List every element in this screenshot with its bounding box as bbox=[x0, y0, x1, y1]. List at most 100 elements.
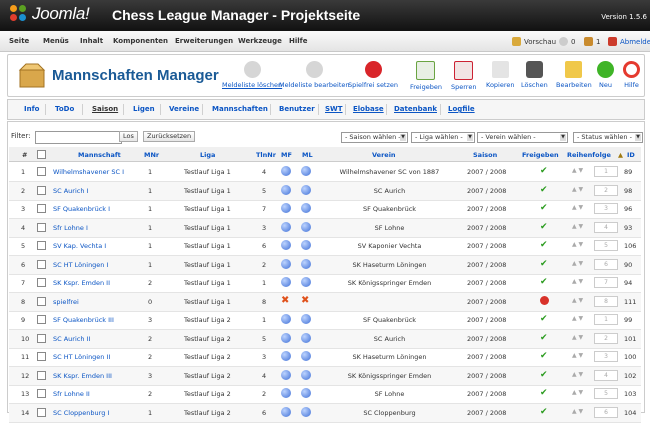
order-arrows-icon[interactable]: ▲ ▼ bbox=[572, 371, 583, 378]
mf-info-icon[interactable] bbox=[281, 221, 291, 232]
published-check-icon[interactable]: ✔ bbox=[540, 259, 548, 270]
col-liga[interactable]: Liga bbox=[200, 151, 215, 159]
save-order-icon[interactable]: ▲ bbox=[618, 151, 623, 159]
order-arrows-icon[interactable]: ▲ ▼ bbox=[572, 167, 583, 174]
ml-info-icon[interactable] bbox=[301, 203, 311, 213]
ml-info-icon[interactable] bbox=[301, 184, 311, 195]
team-name-link[interactable]: SC Aurich I bbox=[53, 187, 88, 195]
team-name-link[interactable]: SC Cloppenburg I bbox=[53, 409, 109, 417]
delete-registration-button[interactable]: Meldeliste löschen bbox=[222, 61, 282, 89]
saison-select[interactable]: - Saison wählen - ▼ bbox=[341, 132, 408, 143]
tab-logfile[interactable]: Logfile bbox=[448, 105, 475, 113]
team-name-link[interactable]: Sfr Lohne II bbox=[53, 390, 90, 398]
help-button[interactable]: Hilfe bbox=[623, 61, 640, 89]
tab-mannschaften[interactable]: Mannschaften bbox=[212, 105, 268, 113]
col-ml[interactable]: ML bbox=[302, 151, 313, 159]
published-check-icon[interactable]: ✔ bbox=[540, 351, 548, 362]
row-checkbox[interactable] bbox=[37, 296, 46, 306]
menu-komponenten[interactable]: Komponenten bbox=[113, 37, 168, 45]
ml-info-icon[interactable] bbox=[301, 369, 311, 380]
ml-info-icon[interactable] bbox=[301, 351, 311, 361]
tab-elobase[interactable]: Elobase bbox=[353, 105, 384, 113]
order-input[interactable]: 7 bbox=[594, 277, 618, 288]
row-checkbox[interactable] bbox=[37, 222, 46, 232]
published-check-icon[interactable]: ✔ bbox=[540, 185, 548, 196]
team-name-link[interactable]: Sfr Lohne I bbox=[53, 224, 88, 232]
order-arrows-icon[interactable]: ▲ ▼ bbox=[572, 297, 583, 304]
row-checkbox[interactable] bbox=[37, 204, 46, 213]
ml-missing-icon[interactable]: ✖ bbox=[301, 295, 309, 307]
verein-select[interactable]: - Verein wählen - ▼ bbox=[477, 132, 568, 143]
tab-datenbank[interactable]: Datenbank bbox=[394, 105, 437, 113]
mf-info-icon[interactable] bbox=[281, 314, 291, 324]
mf-info-icon[interactable] bbox=[281, 351, 291, 361]
mf-info-icon[interactable] bbox=[281, 332, 291, 343]
menu-hilfe[interactable]: Hilfe bbox=[289, 37, 307, 45]
filter-input[interactable] bbox=[35, 131, 122, 144]
row-checkbox[interactable] bbox=[37, 352, 46, 361]
mf-info-icon[interactable] bbox=[281, 388, 291, 398]
ml-info-icon[interactable] bbox=[301, 388, 311, 398]
edit-registration-button[interactable]: Meldeliste bearbeiten bbox=[279, 61, 350, 89]
ml-info-icon[interactable] bbox=[301, 166, 311, 176]
order-input[interactable]: 5 bbox=[594, 240, 618, 251]
col-mannschaft[interactable]: Mannschaft bbox=[78, 151, 121, 159]
team-name-link[interactable]: SC Aurich II bbox=[53, 335, 90, 343]
published-check-icon[interactable]: ✔ bbox=[540, 277, 548, 288]
order-arrows-icon[interactable]: ▲ ▼ bbox=[572, 389, 583, 396]
row-checkbox[interactable] bbox=[37, 278, 46, 287]
order-input[interactable]: 1 bbox=[594, 166, 618, 177]
ml-info-icon[interactable] bbox=[301, 332, 311, 343]
menu-menues[interactable]: Menüs bbox=[43, 37, 69, 45]
logout-link[interactable]: Abmelden bbox=[608, 37, 650, 46]
team-name-link[interactable]: spielfrei bbox=[53, 298, 79, 306]
col-verein[interactable]: Verein bbox=[372, 151, 396, 159]
row-checkbox[interactable] bbox=[37, 389, 46, 398]
order-input[interactable]: 1 bbox=[594, 314, 618, 325]
order-input[interactable]: 2 bbox=[594, 332, 618, 344]
ml-info-icon[interactable] bbox=[301, 221, 311, 232]
status-select[interactable]: - Status wählen - ▼ bbox=[573, 132, 643, 143]
menu-werkzeuge[interactable]: Werkzeuge bbox=[238, 37, 282, 45]
select-all-checkbox[interactable] bbox=[37, 150, 46, 159]
team-name-link[interactable]: SC HT Löningen I bbox=[53, 261, 108, 269]
mf-info-icon[interactable] bbox=[281, 369, 291, 380]
menu-erweiterungen[interactable]: Erweiterungen bbox=[175, 37, 233, 45]
ml-info-icon[interactable] bbox=[301, 314, 311, 324]
tab-info[interactable]: Info bbox=[24, 105, 39, 113]
published-check-icon[interactable]: ✔ bbox=[540, 407, 548, 418]
mf-info-icon[interactable] bbox=[281, 277, 291, 287]
published-check-icon[interactable]: ✔ bbox=[540, 203, 548, 214]
tab-benutzer[interactable]: Benutzer bbox=[279, 105, 315, 113]
row-checkbox[interactable] bbox=[37, 333, 46, 343]
publish-button[interactable]: Freigeben bbox=[410, 61, 442, 91]
order-arrows-icon[interactable]: ▲ ▼ bbox=[572, 334, 583, 341]
tab-swt[interactable]: SWT bbox=[325, 105, 343, 113]
team-name-link[interactable]: SK Kspr. Emden II bbox=[53, 279, 110, 287]
team-name-link[interactable]: SF Quakenbrück III bbox=[53, 316, 114, 324]
unpublished-icon[interactable] bbox=[540, 295, 549, 305]
set-bye-button[interactable]: Spielfrei setzen bbox=[348, 61, 398, 89]
ml-info-icon[interactable] bbox=[301, 258, 311, 269]
order-input[interactable]: 2 bbox=[594, 184, 618, 196]
team-name-link[interactable]: SC HT Löningen II bbox=[53, 353, 110, 361]
order-input[interactable]: 4 bbox=[594, 221, 618, 233]
order-arrows-icon[interactable]: ▲ ▼ bbox=[572, 352, 583, 359]
tab-ligen[interactable]: Ligen bbox=[133, 105, 155, 113]
order-arrows-icon[interactable]: ▲ ▼ bbox=[572, 260, 583, 267]
col-reihenfolge[interactable]: Reihenfolge bbox=[567, 151, 611, 159]
published-check-icon[interactable]: ✔ bbox=[540, 222, 548, 233]
row-checkbox[interactable] bbox=[37, 315, 46, 324]
copy-button[interactable]: Kopieren bbox=[486, 61, 515, 89]
delete-button[interactable]: Löschen bbox=[521, 61, 548, 89]
order-arrows-icon[interactable]: ▲ ▼ bbox=[572, 241, 583, 248]
liga-select[interactable]: - Liga wählen - ▼ bbox=[411, 132, 475, 143]
ml-info-icon[interactable] bbox=[301, 406, 311, 417]
order-arrows-icon[interactable]: ▲ ▼ bbox=[572, 204, 583, 211]
filter-reset-button[interactable]: Zurücksetzen bbox=[143, 131, 196, 142]
filter-go-button[interactable]: Los bbox=[119, 131, 138, 142]
mf-missing-icon[interactable]: ✖ bbox=[281, 295, 289, 307]
col-mf[interactable]: MF bbox=[281, 151, 292, 159]
menu-seite[interactable]: Seite bbox=[9, 37, 29, 45]
mf-info-icon[interactable] bbox=[281, 406, 291, 417]
